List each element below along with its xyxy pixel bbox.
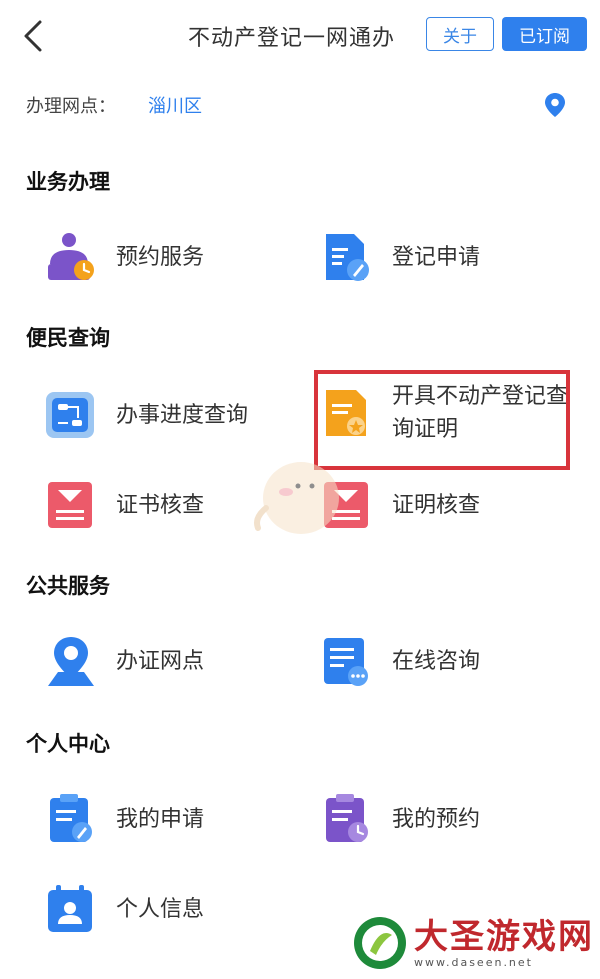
proof-check-label: 证明核查: [392, 492, 481, 518]
my-appointments-item[interactable]: 我的预约: [320, 792, 480, 846]
registration-application-label: 登记申请: [392, 244, 481, 270]
map-pin-icon: [48, 637, 94, 686]
progress-flow-icon: [46, 392, 94, 438]
my-appointments-label: 我的预约: [392, 806, 481, 832]
mascot-watermark-icon: [254, 462, 339, 534]
section-title-personal: 个人中心: [26, 732, 110, 756]
watermark-url: www.daseen.net: [414, 955, 533, 969]
site-watermark: 大圣游戏网 www.daseen.net: [352, 915, 594, 971]
section-title-convenience: 便民查询: [26, 326, 110, 350]
my-applications-item[interactable]: 我的申请: [44, 792, 204, 846]
watermark-name: 大圣游戏网: [414, 916, 594, 957]
certificate-check-item[interactable]: 证书核查: [44, 478, 204, 532]
section-title-business: 业务办理: [26, 170, 110, 194]
service-outlet-item[interactable]: 办证网点: [44, 634, 204, 688]
top-bar: 不动产登记一网通办 关于 已订阅: [0, 0, 600, 70]
back-arrow-icon[interactable]: [18, 18, 48, 54]
watermark-logo-icon: [354, 917, 406, 969]
registration-document-icon: [326, 234, 369, 281]
personal-info-item[interactable]: 个人信息: [44, 882, 204, 936]
progress-query-label: 办事进度查询: [116, 402, 249, 428]
service-outlet-label: 办证网点: [116, 648, 205, 674]
progress-query-item[interactable]: 办事进度查询: [44, 388, 248, 442]
page-title: 不动产登记一网通办: [188, 26, 396, 51]
online-consult-label: 在线咨询: [392, 648, 481, 674]
section-title-public: 公共服务: [26, 574, 110, 598]
location-pin-icon[interactable]: [544, 92, 566, 118]
appointment-icon: [48, 233, 94, 280]
appointment-service-label: 预约服务: [116, 244, 205, 270]
online-consult-item[interactable]: 在线咨询: [320, 634, 480, 688]
clipboard-clock-icon: [326, 794, 368, 842]
subscribed-button[interactable]: 已订阅: [502, 17, 587, 51]
clipboard-edit-icon: [50, 794, 92, 842]
user-card-icon: [48, 885, 92, 932]
personal-info-label: 个人信息: [116, 896, 205, 922]
my-applications-label: 我的申请: [116, 806, 205, 832]
location-label: 办理网点：: [26, 96, 116, 117]
certificate-check-icon: [48, 482, 92, 528]
chat-document-icon: [324, 638, 368, 686]
appointment-service-item[interactable]: 预约服务: [44, 230, 204, 284]
registration-application-item[interactable]: 登记申请: [320, 230, 480, 284]
about-button[interactable]: 关于: [426, 17, 494, 51]
location-value[interactable]: 淄川区: [148, 92, 202, 118]
certificate-check-label: 证书核查: [116, 492, 205, 518]
